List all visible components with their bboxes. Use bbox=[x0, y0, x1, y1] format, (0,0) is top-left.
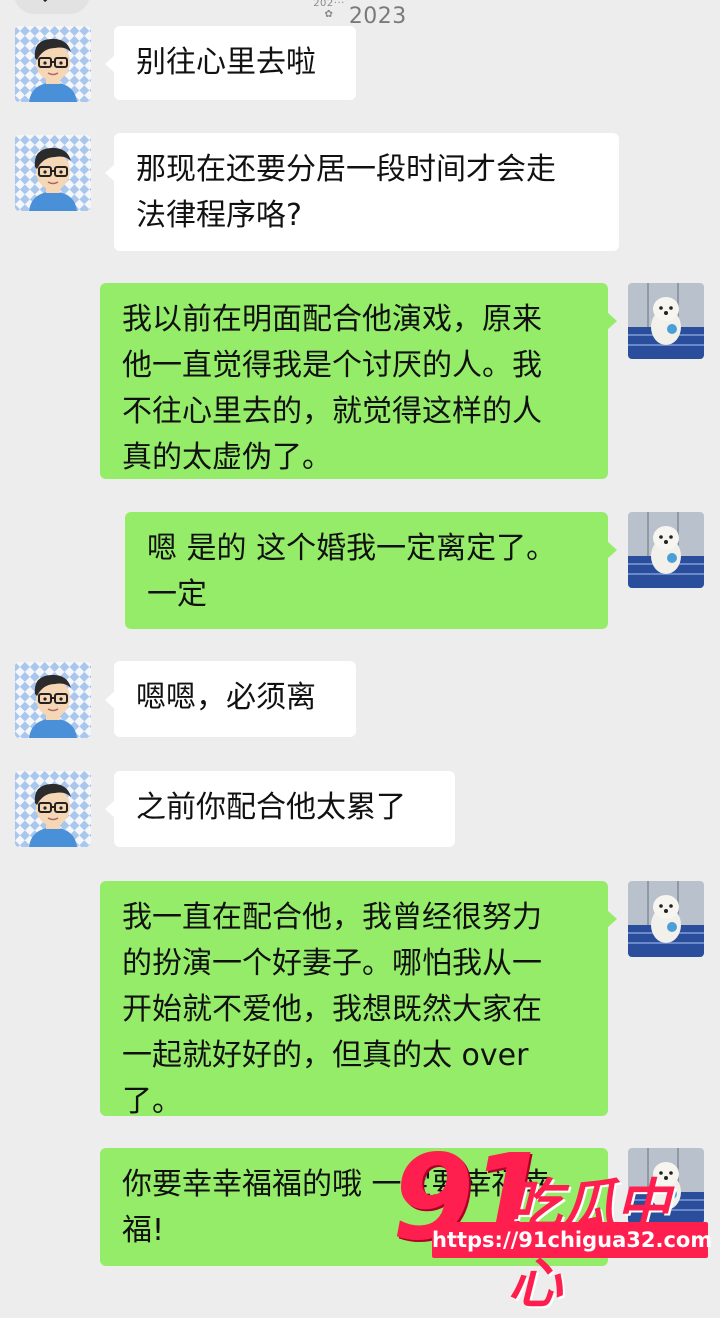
bubble-tail bbox=[607, 541, 617, 559]
message-bubble[interactable]: 嗯 是的 这个婚我一定离定了。 一定 bbox=[125, 512, 608, 629]
white-dog-avatar-icon bbox=[628, 512, 704, 588]
user-avatar[interactable] bbox=[628, 512, 704, 588]
group-icon: 202··· ✿ bbox=[313, 0, 345, 20]
message-bubble[interactable]: 我一直在配合他，我曾经很努力 的扮演一个好妻子。哪怕我从一 开始就不爱他，我想既… bbox=[100, 881, 608, 1119]
cartoon-man-avatar-icon bbox=[15, 26, 91, 102]
contact-avatar[interactable] bbox=[15, 135, 91, 211]
message-bubble[interactable]: 我以前在明面配合他演戏，原来 他一直觉得我是个讨厌的人。我 不往心里去的，就觉得… bbox=[100, 283, 608, 479]
contact-avatar[interactable] bbox=[15, 662, 91, 738]
contact-avatar[interactable] bbox=[15, 26, 91, 102]
chat-title-text: 2023 bbox=[348, 4, 407, 29]
contact-avatar[interactable] bbox=[15, 771, 91, 847]
white-dog-avatar-icon bbox=[628, 881, 704, 957]
cartoon-man-avatar-icon bbox=[15, 135, 91, 211]
chat-title: 202··· ✿ 2023 bbox=[0, 0, 720, 29]
white-dog-avatar-icon bbox=[628, 283, 704, 359]
message-bubble[interactable]: 那现在还要分居一段时间才会走 法律程序咯? bbox=[114, 133, 619, 251]
bubble-tail bbox=[607, 312, 617, 330]
user-avatar[interactable] bbox=[628, 881, 704, 957]
bubble-tail bbox=[607, 910, 617, 928]
cartoon-man-avatar-icon bbox=[15, 662, 91, 738]
message-bubble[interactable]: 之前你配合他太累了 bbox=[114, 771, 455, 847]
message-bubble[interactable]: 别往心里去啦 bbox=[114, 26, 356, 100]
message-bubble[interactable]: 嗯嗯，必须离 bbox=[114, 661, 356, 737]
user-avatar[interactable] bbox=[628, 283, 704, 359]
watermark-url: https://91chigua32.com bbox=[432, 1222, 712, 1258]
cartoon-man-avatar-icon bbox=[15, 771, 91, 847]
chat-header: 202··· ✿ 2023 bbox=[0, 0, 720, 30]
